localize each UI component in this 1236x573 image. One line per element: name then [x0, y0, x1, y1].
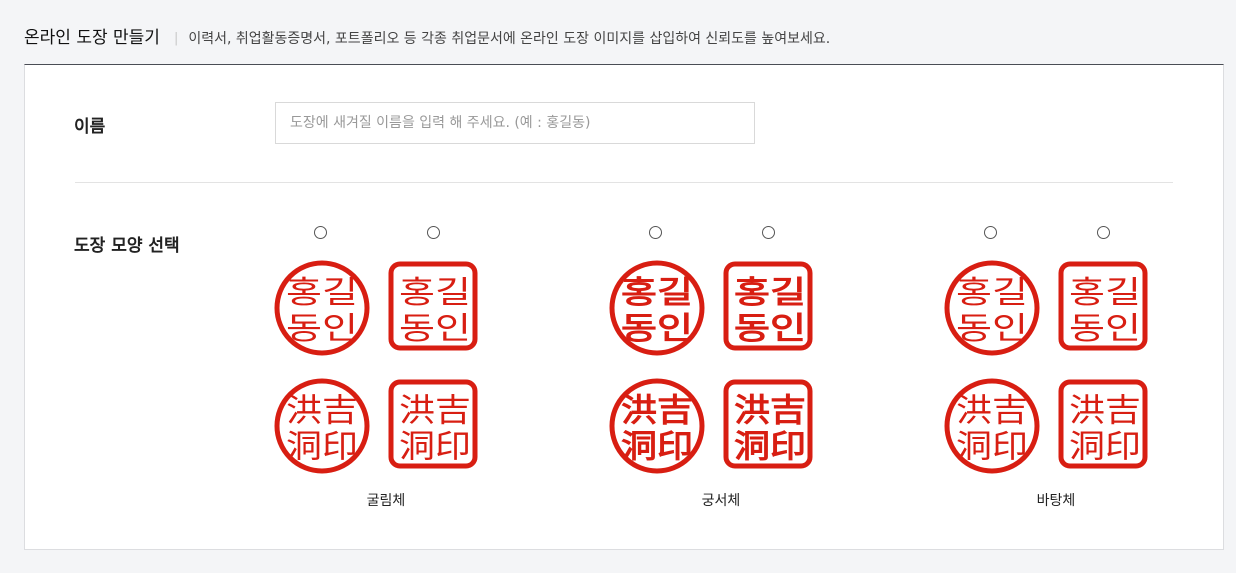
page-header: 온라인 도장 만들기 | 이력서, 취업활동증명서, 포트폴리오 등 각종 취업…: [24, 20, 1224, 64]
stamp-text-line: 홍길: [399, 275, 471, 311]
square-korean-stamp[interactable]: 홍길 동인: [722, 260, 818, 356]
stamp-text-line: 洪吉: [621, 391, 693, 429]
radio-square-stamp[interactable]: [1097, 226, 1110, 239]
stamp-text-line: 동인: [399, 311, 471, 347]
stamp-text-line: 동인: [1069, 311, 1141, 346]
stamp-text-line: 홍길: [286, 275, 358, 311]
page-title: 온라인 도장 만들기: [24, 28, 160, 48]
round-korean-stamp[interactable]: 홍길 동인: [609, 260, 705, 356]
round-korean-stamp[interactable]: 홍길 동인: [274, 260, 370, 356]
round-korean-stamp[interactable]: 홍길 동인: [944, 260, 1040, 356]
section-divider: [75, 182, 1173, 183]
round-hanja-stamp[interactable]: 洪吉 洞印: [944, 378, 1040, 474]
square-korean-stamp[interactable]: 홍길 동인: [1057, 260, 1153, 356]
page-description: 이력서, 취업활동증명서, 포트폴리오 등 각종 취업문서에 온라인 도장 이미…: [188, 31, 831, 47]
stamp-text-line: 동인: [956, 311, 1028, 346]
radio-round-stamp[interactable]: [984, 226, 997, 239]
stamp-text-line: 洞印: [956, 428, 1028, 464]
stamp-font-group: 홍길 동인 홍길 동인 洪吉 洞印 洪吉 洞印 바탕체: [944, 222, 1164, 512]
stamp-text-line: 洪吉: [956, 392, 1028, 428]
stamp-text-line: 洞印: [399, 427, 471, 465]
shape-select-label: 도장 모양 선택: [74, 236, 180, 256]
radio-square-stamp[interactable]: [427, 226, 440, 239]
stamp-text-line: 홍길: [1069, 275, 1141, 310]
square-korean-stamp[interactable]: 홍길 동인: [387, 260, 483, 356]
font-name-label: 궁서체: [701, 493, 741, 509]
stamp-text-line: 홍길: [621, 275, 693, 311]
round-hanja-stamp[interactable]: 洪吉 洞印: [609, 378, 705, 474]
stamp-text-line: 洞印: [734, 427, 806, 465]
stamp-font-group: 홍길 동인 홍길 동인 洪吉 洞印 洪吉 洞印 굴림체: [274, 222, 494, 512]
square-hanja-stamp[interactable]: 洪吉 洞印: [1057, 378, 1153, 474]
stamp-text-line: 동인: [734, 311, 806, 347]
name-label: 이름: [74, 117, 106, 137]
radio-square-stamp[interactable]: [762, 226, 775, 239]
radio-round-stamp[interactable]: [649, 226, 662, 239]
stamp-text-line: 洪吉: [286, 391, 358, 429]
name-input[interactable]: [275, 102, 755, 144]
stamp-text-line: 洞印: [286, 427, 358, 465]
stamp-text-line: 홍길: [956, 275, 1028, 310]
stamp-text-line: 동인: [286, 311, 358, 347]
stamp-text-line: 홍길: [734, 275, 806, 311]
title-separator: |: [173, 31, 179, 46]
square-hanja-stamp[interactable]: 洪吉 洞印: [722, 378, 818, 474]
square-hanja-stamp[interactable]: 洪吉 洞印: [387, 378, 483, 474]
stamp-form-card: 이름 도장 모양 선택 홍길동인홍길동인洪吉洞印洪吉洞印굴림체홍길동인홍길동인洪…: [24, 64, 1224, 550]
stamp-text-line: 洪吉: [734, 391, 806, 429]
stamp-text-line: 洪吉: [1069, 392, 1141, 428]
stamp-text-line: 洞印: [1069, 428, 1141, 464]
round-hanja-stamp[interactable]: 洪吉 洞印: [274, 378, 370, 474]
stamp-text-line: 洞印: [621, 427, 693, 465]
font-name-label: 굴림체: [366, 493, 406, 509]
radio-round-stamp[interactable]: [314, 226, 327, 239]
font-name-label: 바탕체: [1036, 493, 1076, 509]
stamp-text-line: 洪吉: [399, 391, 471, 429]
stamp-text-line: 동인: [621, 311, 693, 347]
stamp-font-group: 홍길 동인 홍길 동인 洪吉 洞印 洪吉 洞印 궁서체: [609, 222, 829, 512]
